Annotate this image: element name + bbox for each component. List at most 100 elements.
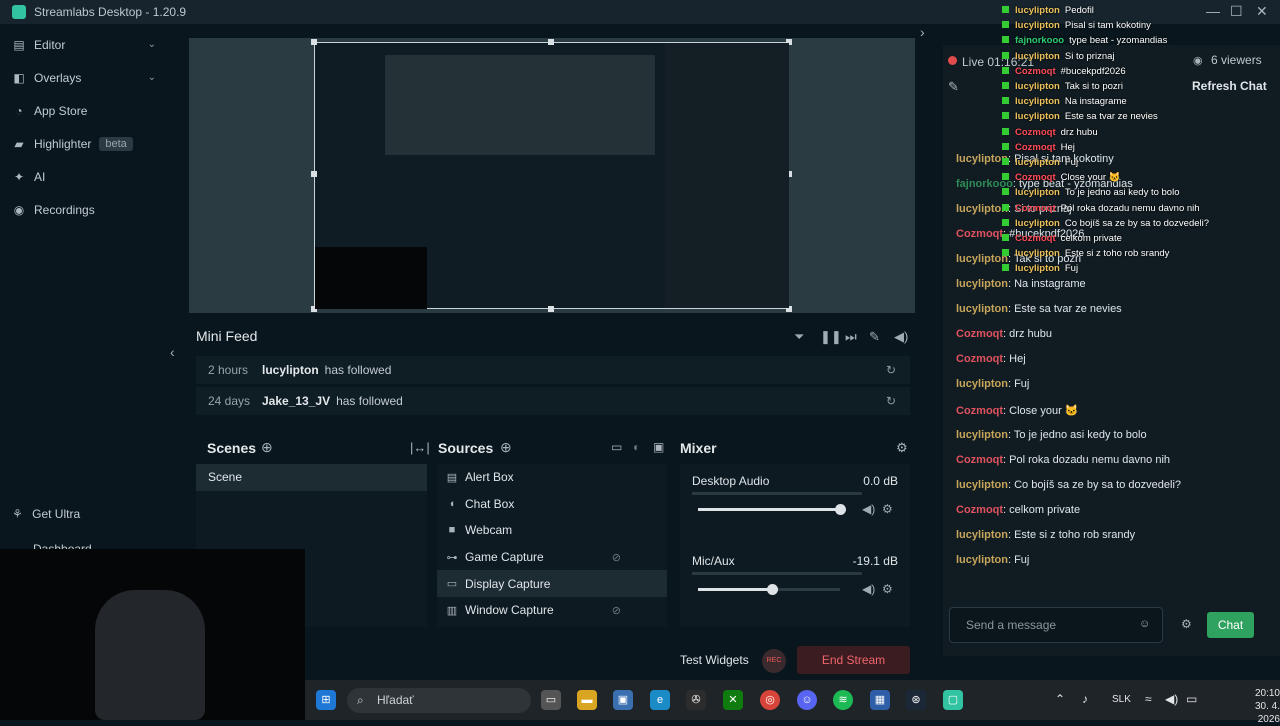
- mixer-settings-icon[interactable]: ⚙: [896, 440, 908, 456]
- display-capture-frame[interactable]: [311, 39, 792, 312]
- volume-slider[interactable]: [698, 504, 846, 515]
- end-stream-button[interactable]: End Stream: [797, 646, 910, 674]
- source-hide-icon[interactable]: ◐: [633, 440, 640, 454]
- chevron-right-icon[interactable]: ›: [920, 24, 925, 40]
- chrome-icon[interactable]: ◎: [760, 690, 780, 710]
- source-item[interactable]: ▭ Display Capture: [437, 570, 667, 597]
- app-icon[interactable]: ▦: [870, 690, 890, 710]
- close-icon[interactable]: ✕: [1256, 3, 1268, 20]
- resize-handle[interactable]: [311, 39, 317, 45]
- resize-handle[interactable]: [548, 306, 554, 312]
- chat-input[interactable]: Send a message: [949, 607, 1163, 643]
- get-ultra-link[interactable]: ⚘ Get Ultra: [12, 507, 80, 521]
- xbox-icon[interactable]: ✕: [723, 690, 743, 710]
- volume-icon[interactable]: ◀): [862, 582, 875, 596]
- skip-icon[interactable]: ⏭: [845, 329, 857, 345]
- add-folder-icon[interactable]: ▣: [653, 440, 664, 454]
- source-item[interactable]: ⊶ Game Capture ⊘: [437, 544, 667, 571]
- spotify-icon[interactable]: ≋: [833, 690, 853, 710]
- battery-icon[interactable]: ▭: [1186, 692, 1197, 706]
- chat-message: Cozmoqt: celkom private: [956, 504, 1080, 516]
- chevron-down-icon[interactable]: ⌄: [148, 39, 156, 50]
- steam-icon[interactable]: ⊛: [906, 690, 926, 710]
- platform-badge-icon: [1002, 36, 1009, 44]
- volume-icon[interactable]: ◀): [862, 502, 875, 516]
- repeat-alert-icon[interactable]: ↻: [886, 363, 896, 377]
- microphone-icon[interactable]: ♪: [1082, 692, 1088, 706]
- file-explorer-icon[interactable]: ▬: [577, 690, 597, 710]
- chevron-down-icon[interactable]: ⌄: [148, 72, 156, 83]
- windows-start-icon[interactable]: ⊞: [316, 690, 336, 710]
- chat-username[interactable]: Cozmoqt: [956, 228, 1003, 240]
- volume-icon[interactable]: ◀): [894, 329, 908, 345]
- platform-badge-icon: [1002, 188, 1009, 196]
- language-indicator[interactable]: SLK: [1112, 694, 1131, 705]
- chat-username[interactable]: lucylipton: [956, 529, 1008, 541]
- pause-icon[interactable]: ❚❚: [820, 329, 842, 345]
- test-widgets-button[interactable]: Test Widgets: [680, 653, 749, 667]
- resize-handle[interactable]: [548, 39, 554, 45]
- tray-chevron-up-icon[interactable]: ⌃: [1055, 692, 1065, 706]
- refresh-chat-button[interactable]: Refresh Chat: [1192, 79, 1267, 93]
- taskbar-search[interactable]: ⌕ Hľadať: [347, 688, 531, 713]
- streamlabs-icon[interactable]: ▢: [943, 690, 963, 710]
- source-item[interactable]: ▥ Window Capture ⊘: [437, 597, 667, 624]
- mute-alerts-icon[interactable]: ✎: [869, 329, 880, 345]
- chat-username[interactable]: lucylipton: [956, 554, 1008, 566]
- source-item[interactable]: ▤ Alert Box: [437, 464, 667, 491]
- chat-send-button[interactable]: Chat: [1207, 612, 1254, 638]
- app-icon[interactable]: ✇: [686, 690, 706, 710]
- hidden-eye-icon[interactable]: ⊘: [612, 551, 621, 564]
- chat-settings-icon[interactable]: ⚙: [1181, 617, 1192, 631]
- repeat-alert-icon[interactable]: ↻: [886, 394, 896, 408]
- record-button[interactable]: REC: [762, 649, 786, 673]
- chat-username[interactable]: Cozmoqt: [956, 405, 1003, 417]
- source-item[interactable]: ■ Webcam: [437, 517, 667, 544]
- chat-username[interactable]: Cozmoqt: [956, 353, 1003, 365]
- source-folder-icon[interactable]: ▭: [611, 440, 622, 454]
- nav-recordings[interactable]: ◉ Recordings: [0, 193, 176, 226]
- chat-username[interactable]: Cozmoqt: [956, 454, 1003, 466]
- task-view-icon[interactable]: ▭: [541, 690, 561, 710]
- chat-username[interactable]: lucylipton: [956, 479, 1008, 491]
- nav-app-store[interactable]: ◔ App Store: [0, 94, 176, 127]
- chat-username[interactable]: lucylipton: [956, 203, 1008, 215]
- chat-username[interactable]: Cozmoqt: [956, 504, 1003, 516]
- chat-username[interactable]: lucylipton: [956, 378, 1008, 390]
- minimize-icon[interactable]: —: [1206, 3, 1220, 19]
- edge-icon[interactable]: e: [650, 690, 670, 710]
- clock[interactable]: 20:10 30. 4. 2026: [1236, 687, 1280, 726]
- filter-icon[interactable]: ⏷: [794, 329, 804, 345]
- resize-handle[interactable]: [311, 171, 317, 177]
- wifi-icon[interactable]: ≈: [1145, 692, 1152, 706]
- nav-overlays[interactable]: ◧ Overlays ⌄: [0, 61, 176, 94]
- webcam-icon: ■: [448, 524, 456, 537]
- add-scene-icon[interactable]: ⊕: [261, 439, 273, 456]
- hidden-eye-icon[interactable]: ⊘: [612, 604, 621, 617]
- chat-username[interactable]: lucylipton: [956, 153, 1008, 165]
- nav-highlighter[interactable]: ▰ Highlighter beta: [0, 127, 176, 160]
- speaker-icon[interactable]: ◀): [1165, 692, 1178, 706]
- emoji-icon[interactable]: ☺: [1139, 618, 1150, 630]
- add-source-icon[interactable]: ⊕: [500, 439, 512, 456]
- nav-ai[interactable]: ✦ AI: [0, 160, 176, 193]
- chat-username[interactable]: lucylipton: [956, 429, 1008, 441]
- overlay-username: lucylipton: [1015, 248, 1060, 260]
- volume-slider[interactable]: [698, 584, 840, 595]
- scene-item[interactable]: Scene: [196, 464, 427, 491]
- gear-icon[interactable]: ⚙: [882, 582, 893, 596]
- chat-username[interactable]: lucylipton: [956, 303, 1008, 315]
- chat-username[interactable]: lucylipton: [956, 253, 1008, 265]
- edit-icon[interactable]: ✎: [948, 79, 959, 95]
- chat-username[interactable]: lucylipton: [956, 278, 1008, 290]
- chevron-left-icon[interactable]: ‹: [170, 344, 175, 360]
- discord-icon[interactable]: ☺: [797, 690, 817, 710]
- store-icon[interactable]: ▣: [613, 690, 633, 710]
- overlay-username: lucylipton: [1015, 217, 1060, 229]
- maximize-icon[interactable]: ☐: [1230, 3, 1243, 20]
- gear-icon[interactable]: ⚙: [882, 502, 893, 516]
- scene-transition-icon[interactable]: |↔|: [410, 440, 430, 455]
- nav-editor[interactable]: ▤ Editor ⌄: [0, 28, 176, 61]
- source-item[interactable]: ◖ Chat Box: [437, 491, 667, 518]
- chat-username[interactable]: Cozmoqt: [956, 328, 1003, 340]
